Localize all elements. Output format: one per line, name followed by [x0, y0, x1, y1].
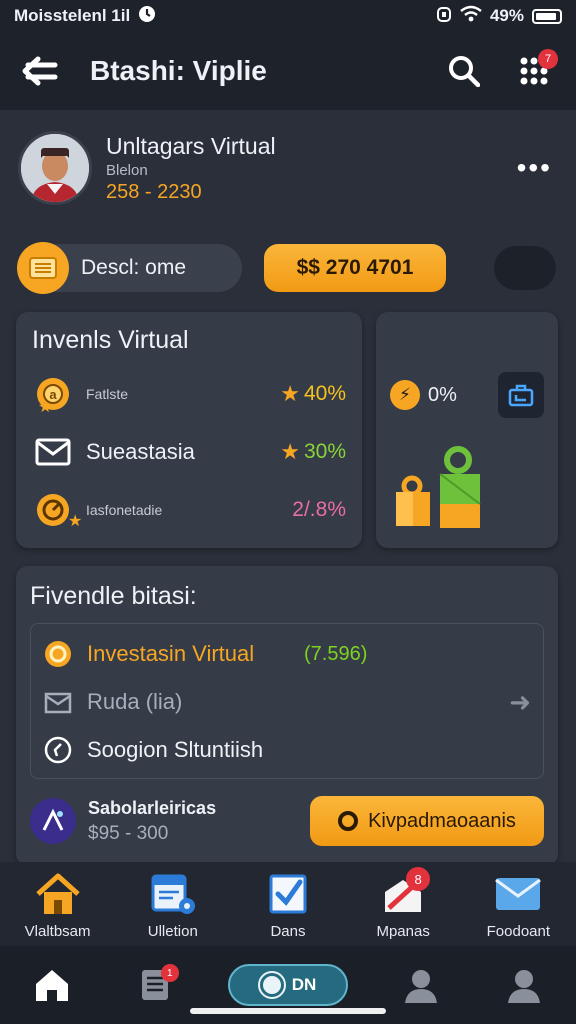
investment-value: 40% — [303, 382, 346, 405]
more-options-button[interactable]: ••• — [517, 152, 552, 184]
description-pill[interactable]: Descl: ome — [17, 242, 242, 294]
nav-center-button[interactable]: DN — [227, 964, 348, 1006]
nav-account[interactable] — [494, 960, 554, 1010]
list-item[interactable]: Investasin Virtual (7.596) — [43, 630, 531, 678]
tab-messages[interactable]: 8 Mpanas — [348, 867, 458, 940]
status-bar: Moisstelenl 1il 49% — [0, 0, 576, 32]
nav-profile[interactable] — [391, 960, 451, 1010]
alarm-icon — [436, 5, 452, 28]
subscription-name: Sabolarleiricas — [88, 797, 217, 818]
mail-icon — [493, 871, 543, 917]
notification-badge: 7 — [538, 49, 558, 69]
investment-label: Iasfonetadie — [86, 502, 163, 518]
briefcase-button[interactable] — [498, 372, 544, 418]
person-photo-icon — [21, 134, 89, 202]
messages-badge: 8 — [406, 867, 431, 891]
house-icon — [33, 871, 83, 917]
notification-icon — [138, 5, 156, 28]
subscription-logo-icon — [30, 798, 76, 844]
favorites-list: Investasin Virtual (7.596) Ruda (lia) ➜ … — [30, 623, 544, 779]
tab-bar: Vlaltbsam Ulletion Dans 8 Mpanas Foodoan… — [0, 862, 576, 946]
favorite-extra: (7.596) — [304, 642, 368, 665]
back-button[interactable] — [18, 49, 62, 93]
coin-icon — [43, 639, 73, 669]
compass-icon — [43, 735, 73, 765]
investments-card: Invenls Virtual a ★ Fatlste ★ 40% Sueast… — [16, 312, 362, 548]
subscription-row: Sabolarleiricas $95 - 300 Kivpadmaoaanis — [30, 791, 544, 851]
home-indicator[interactable] — [190, 1008, 386, 1014]
timer-icon: ★ — [32, 489, 82, 531]
profile-name: Unltagars Virtual — [106, 132, 276, 159]
investment-label: Fatlste — [86, 386, 129, 402]
stats-side-card: ⚡ 0% — [376, 312, 558, 548]
investment-row[interactable]: Sueastasia ★ 30% — [32, 423, 346, 481]
investments-title: Invenls Virtual — [32, 326, 189, 354]
document-icon — [17, 242, 69, 294]
user-icon — [508, 970, 541, 1003]
investment-row[interactable]: ★ Iasfonetadie 2/.8% — [32, 481, 346, 539]
profile-section: Unltagars Virtual Blelon 258 - 2230 ••• — [18, 128, 558, 208]
blocks-illustration-icon — [392, 440, 492, 530]
grid-menu-button[interactable]: 7 — [510, 47, 558, 95]
toggle-pill[interactable] — [494, 246, 556, 290]
battery-icon — [532, 8, 562, 24]
search-icon — [449, 56, 480, 87]
nav-home[interactable] — [22, 960, 82, 1010]
wifi-icon — [460, 5, 482, 28]
carrier-text: Moisstelenl 1il — [14, 6, 131, 25]
tab-tasks[interactable]: Dans — [233, 871, 343, 940]
investment-label: Sueastasia — [86, 439, 195, 464]
documents-badge: 1 — [160, 964, 179, 982]
back-arrow-icon — [22, 56, 58, 86]
app-header: Btashi: Viplie 7 — [0, 32, 576, 110]
avatar[interactable] — [18, 131, 92, 205]
bolt-icon: ⚡ — [390, 380, 420, 410]
checklist-icon — [263, 871, 313, 917]
home-icon — [35, 970, 68, 1001]
side-percent: 0% — [428, 383, 457, 406]
subscription-price: $95 - 300 — [88, 822, 169, 844]
star-icon: ★ — [280, 439, 300, 464]
ring-icon — [338, 811, 359, 831]
favorites-card: Fivendle bitasi: Investasin Virtual (7.5… — [16, 566, 558, 866]
investment-row[interactable]: a ★ Fatlste ★ 40% — [32, 365, 346, 423]
favorite-label: Ruda (lia) — [87, 689, 183, 714]
investment-value: 30% — [303, 440, 346, 463]
profile-range: 258 - 2230 — [106, 180, 202, 203]
tab-home[interactable]: Vlaltbsam — [3, 871, 113, 940]
battery-percent: 49% — [489, 6, 524, 25]
briefcase-icon — [508, 384, 534, 407]
gear-coin-icon: a ★ — [32, 373, 74, 416]
nav-documents[interactable]: 1 — [125, 960, 185, 1010]
tab-feedback[interactable]: Foodoant — [463, 871, 573, 940]
favorite-label: Soogion Sltuntiish — [87, 737, 264, 762]
list-item[interactable]: Soogion Sltuntiish — [43, 726, 531, 774]
amount-button[interactable]: $$ 270 4701 — [264, 244, 446, 292]
subscribe-button[interactable]: Kivpadmaoaanis — [310, 796, 544, 846]
envelope-open-icon: 8 — [378, 867, 431, 917]
coin-icon — [257, 971, 286, 999]
investment-value: 2/.8% — [292, 498, 346, 521]
profile-subtitle: Blelon — [106, 161, 148, 179]
list-item[interactable]: Ruda (lia) ➜ — [43, 678, 531, 726]
user-icon — [405, 970, 438, 1003]
mail-icon — [32, 431, 74, 473]
tab-calendar[interactable]: Ulletion — [118, 871, 228, 940]
star-icon: ★ — [280, 381, 300, 406]
description-label: Descl: ome — [81, 256, 187, 279]
favorites-title: Fivendle bitasi: — [30, 582, 197, 610]
mail-edit-icon — [43, 687, 73, 717]
calendar-gear-icon — [148, 871, 198, 917]
forward-arrow-icon[interactable]: ➜ — [509, 687, 531, 718]
search-button[interactable] — [440, 47, 488, 95]
page-title: Btashi: Viplie — [90, 55, 267, 86]
summary-pills: Descl: ome $$ 270 4701 — [17, 242, 558, 294]
